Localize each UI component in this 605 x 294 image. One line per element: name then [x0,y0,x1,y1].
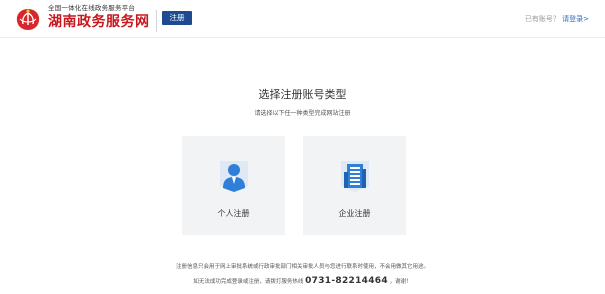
header-divider [156,10,157,32]
login-link[interactable]: 请登录> [562,15,589,23]
hotline-number: 0731-82214464 [305,276,388,286]
brand[interactable]: 全国一体化在线政务服务平台 湖南政务服务网 [48,4,150,31]
register-badge: 注册 [162,11,192,25]
personal-register-label: 个人注册 [217,209,250,218]
login-prompt: 已有账号？ [524,15,560,23]
enterprise-register-label: 企业注册 [338,209,371,218]
help-line: 如无法成功完成登录或注册，请拨打服务热线 0731-82214464 ，谢谢！ [0,276,605,286]
building-icon [341,161,369,192]
login-area: 已有账号？ 请登录> [525,14,589,24]
page-subtitle: 请选择以下任一种类型完成网站注册 [254,110,351,117]
brand-title: 湖南政务服务网 [48,14,150,30]
enterprise-register-card[interactable]: 企业注册 [303,136,406,235]
header: 全国一体化在线政务服务平台 湖南政务服务网 注册 已有账号？ 请登录> [0,0,605,38]
person-icon [220,161,248,192]
brand-subtitle: 全国一体化在线政务服务平台 [48,4,136,12]
hunan-logo-icon [16,9,40,30]
privacy-notice: 注册信息只会用于网上审批系统或行政审批部门相关审批人员与您进行联系时使用，不会用… [175,264,429,270]
page-title: 选择注册账号类型 [258,88,347,101]
personal-register-card[interactable]: 个人注册 [182,136,285,235]
help-prefix: 如无法成功完成登录或注册，请拨打服务热线 [193,279,304,285]
help-suffix: ，谢谢！ [389,279,412,285]
